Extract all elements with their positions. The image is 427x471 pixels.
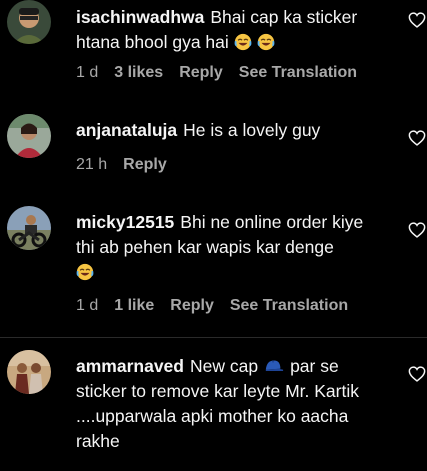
billed-cap-emoji	[265, 360, 284, 371]
likes-count-link[interactable]: 3 likes	[114, 64, 163, 81]
comment-text-line: par se	[290, 356, 339, 376]
comment-username[interactable]: isachinwadhwa	[76, 7, 204, 27]
comment-text-line: New cap	[189, 356, 259, 376]
reply-button[interactable]: Reply	[170, 297, 214, 314]
reply-button[interactable]: Reply	[123, 156, 167, 173]
face-with-tears-of-joy-emoji	[234, 33, 252, 51]
face-with-tears-of-joy-emoji	[76, 263, 94, 281]
avatar[interactable]	[7, 206, 51, 250]
avatar[interactable]	[7, 350, 51, 394]
heart-outline-icon[interactable]	[408, 222, 426, 238]
comment-text-line: htana bhool gya hai	[76, 32, 229, 52]
comment-text-line: ....upparwala apki mother ko aacha	[76, 406, 349, 426]
likes-count-link[interactable]: 1 like	[114, 297, 154, 314]
comment-text-line: thi ab pehen kar wapis kar denge	[76, 237, 334, 257]
comment-text-line: Bhai cap ka sticker	[210, 7, 358, 27]
heart-outline-icon[interactable]	[408, 12, 426, 28]
comment-username[interactable]: anjanataluja	[76, 120, 177, 140]
comment-time: 21 h	[76, 156, 108, 173]
comment-text-line: He is a lovely guy	[183, 120, 321, 140]
heart-outline-icon[interactable]	[408, 366, 426, 382]
heart-outline-icon[interactable]	[408, 130, 426, 146]
comment-meta: 21 h Reply	[76, 155, 183, 175]
see-translation-button[interactable]: See Translation	[239, 64, 357, 81]
divider	[0, 337, 427, 338]
comment-time: 1 d	[76, 297, 99, 314]
comment-meta: 1 d 1 like Reply See Translation	[76, 296, 364, 316]
comment-username[interactable]: ammarnaved	[76, 356, 184, 376]
comment-time: 1 d	[76, 64, 99, 81]
reply-button[interactable]: Reply	[179, 64, 223, 81]
comment-text-line: Bhi ne online order kiye	[180, 212, 364, 232]
avatar[interactable]	[7, 114, 51, 158]
comment-meta: 1 d 3 likes Reply See Translation	[76, 63, 373, 83]
see-translation-button[interactable]: See Translation	[230, 297, 348, 314]
face-with-tears-of-joy-emoji	[257, 33, 274, 51]
comment-username[interactable]: micky12515	[76, 212, 174, 232]
comment-text-line: rakhe	[76, 431, 120, 451]
comment-text-line: sticker to remove kar leyte Mr. Kartik	[76, 381, 359, 401]
avatar[interactable]	[7, 0, 51, 44]
